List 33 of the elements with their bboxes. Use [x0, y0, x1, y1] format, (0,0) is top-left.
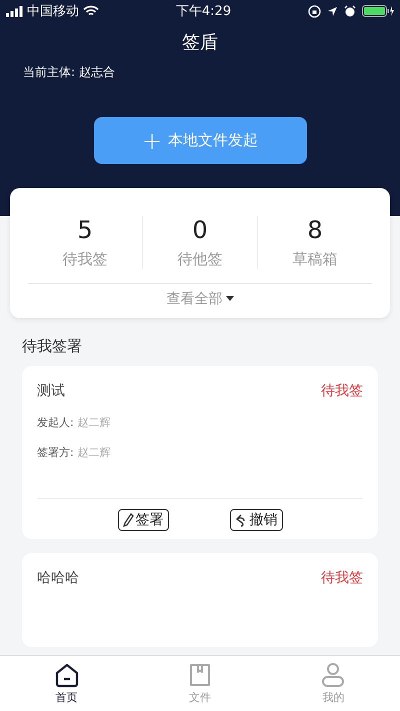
document-title: 测试 — [37, 382, 65, 400]
home-icon — [54, 662, 80, 688]
undo-icon — [234, 513, 248, 527]
subject-name: 赵志合 — [79, 64, 116, 81]
carrier-name: 中国移动 — [27, 3, 79, 20]
stat-count[interactable]: 5 — [77, 216, 93, 244]
document-title: 哈哈哈 — [37, 569, 79, 587]
stat-count[interactable]: 8 — [307, 216, 323, 244]
pencil-icon — [122, 513, 134, 527]
user-icon — [320, 662, 346, 688]
subject-label: 当前主体: — [23, 64, 76, 81]
wifi-icon — [83, 5, 99, 17]
field-label: 发起人: — [37, 415, 74, 430]
battery-icon — [362, 5, 394, 17]
document-card[interactable]: 测试 待我签 发起人: 赵二辉 签署方: 赵二辉 签署 撤销 — [22, 366, 378, 539]
field-label: 签署方: — [37, 445, 74, 460]
rotation-lock-icon — [308, 4, 321, 18]
revoke-button[interactable]: 撤销 — [230, 509, 282, 531]
status-time: 下午4:29 — [174, 3, 232, 20]
tab-bar-item[interactable]: 首页 — [0, 656, 134, 711]
document-status: 待我签 — [321, 382, 363, 400]
field-value: 赵二辉 — [78, 445, 111, 460]
sign-button[interactable]: 签署 — [118, 509, 168, 531]
alarm-icon — [344, 5, 356, 17]
app-title: 签盾 — [181, 31, 219, 54]
field-value: 赵二辉 — [78, 415, 111, 430]
stat-count[interactable]: 0 — [192, 216, 208, 244]
signal-icon — [6, 6, 23, 16]
caret-icon — [226, 296, 234, 302]
location-icon — [327, 6, 338, 16]
document-card[interactable]: 哈哈哈 待我签 — [22, 553, 378, 647]
section-title: 待我签署 — [22, 337, 83, 356]
document-status: 待我签 — [321, 569, 363, 587]
